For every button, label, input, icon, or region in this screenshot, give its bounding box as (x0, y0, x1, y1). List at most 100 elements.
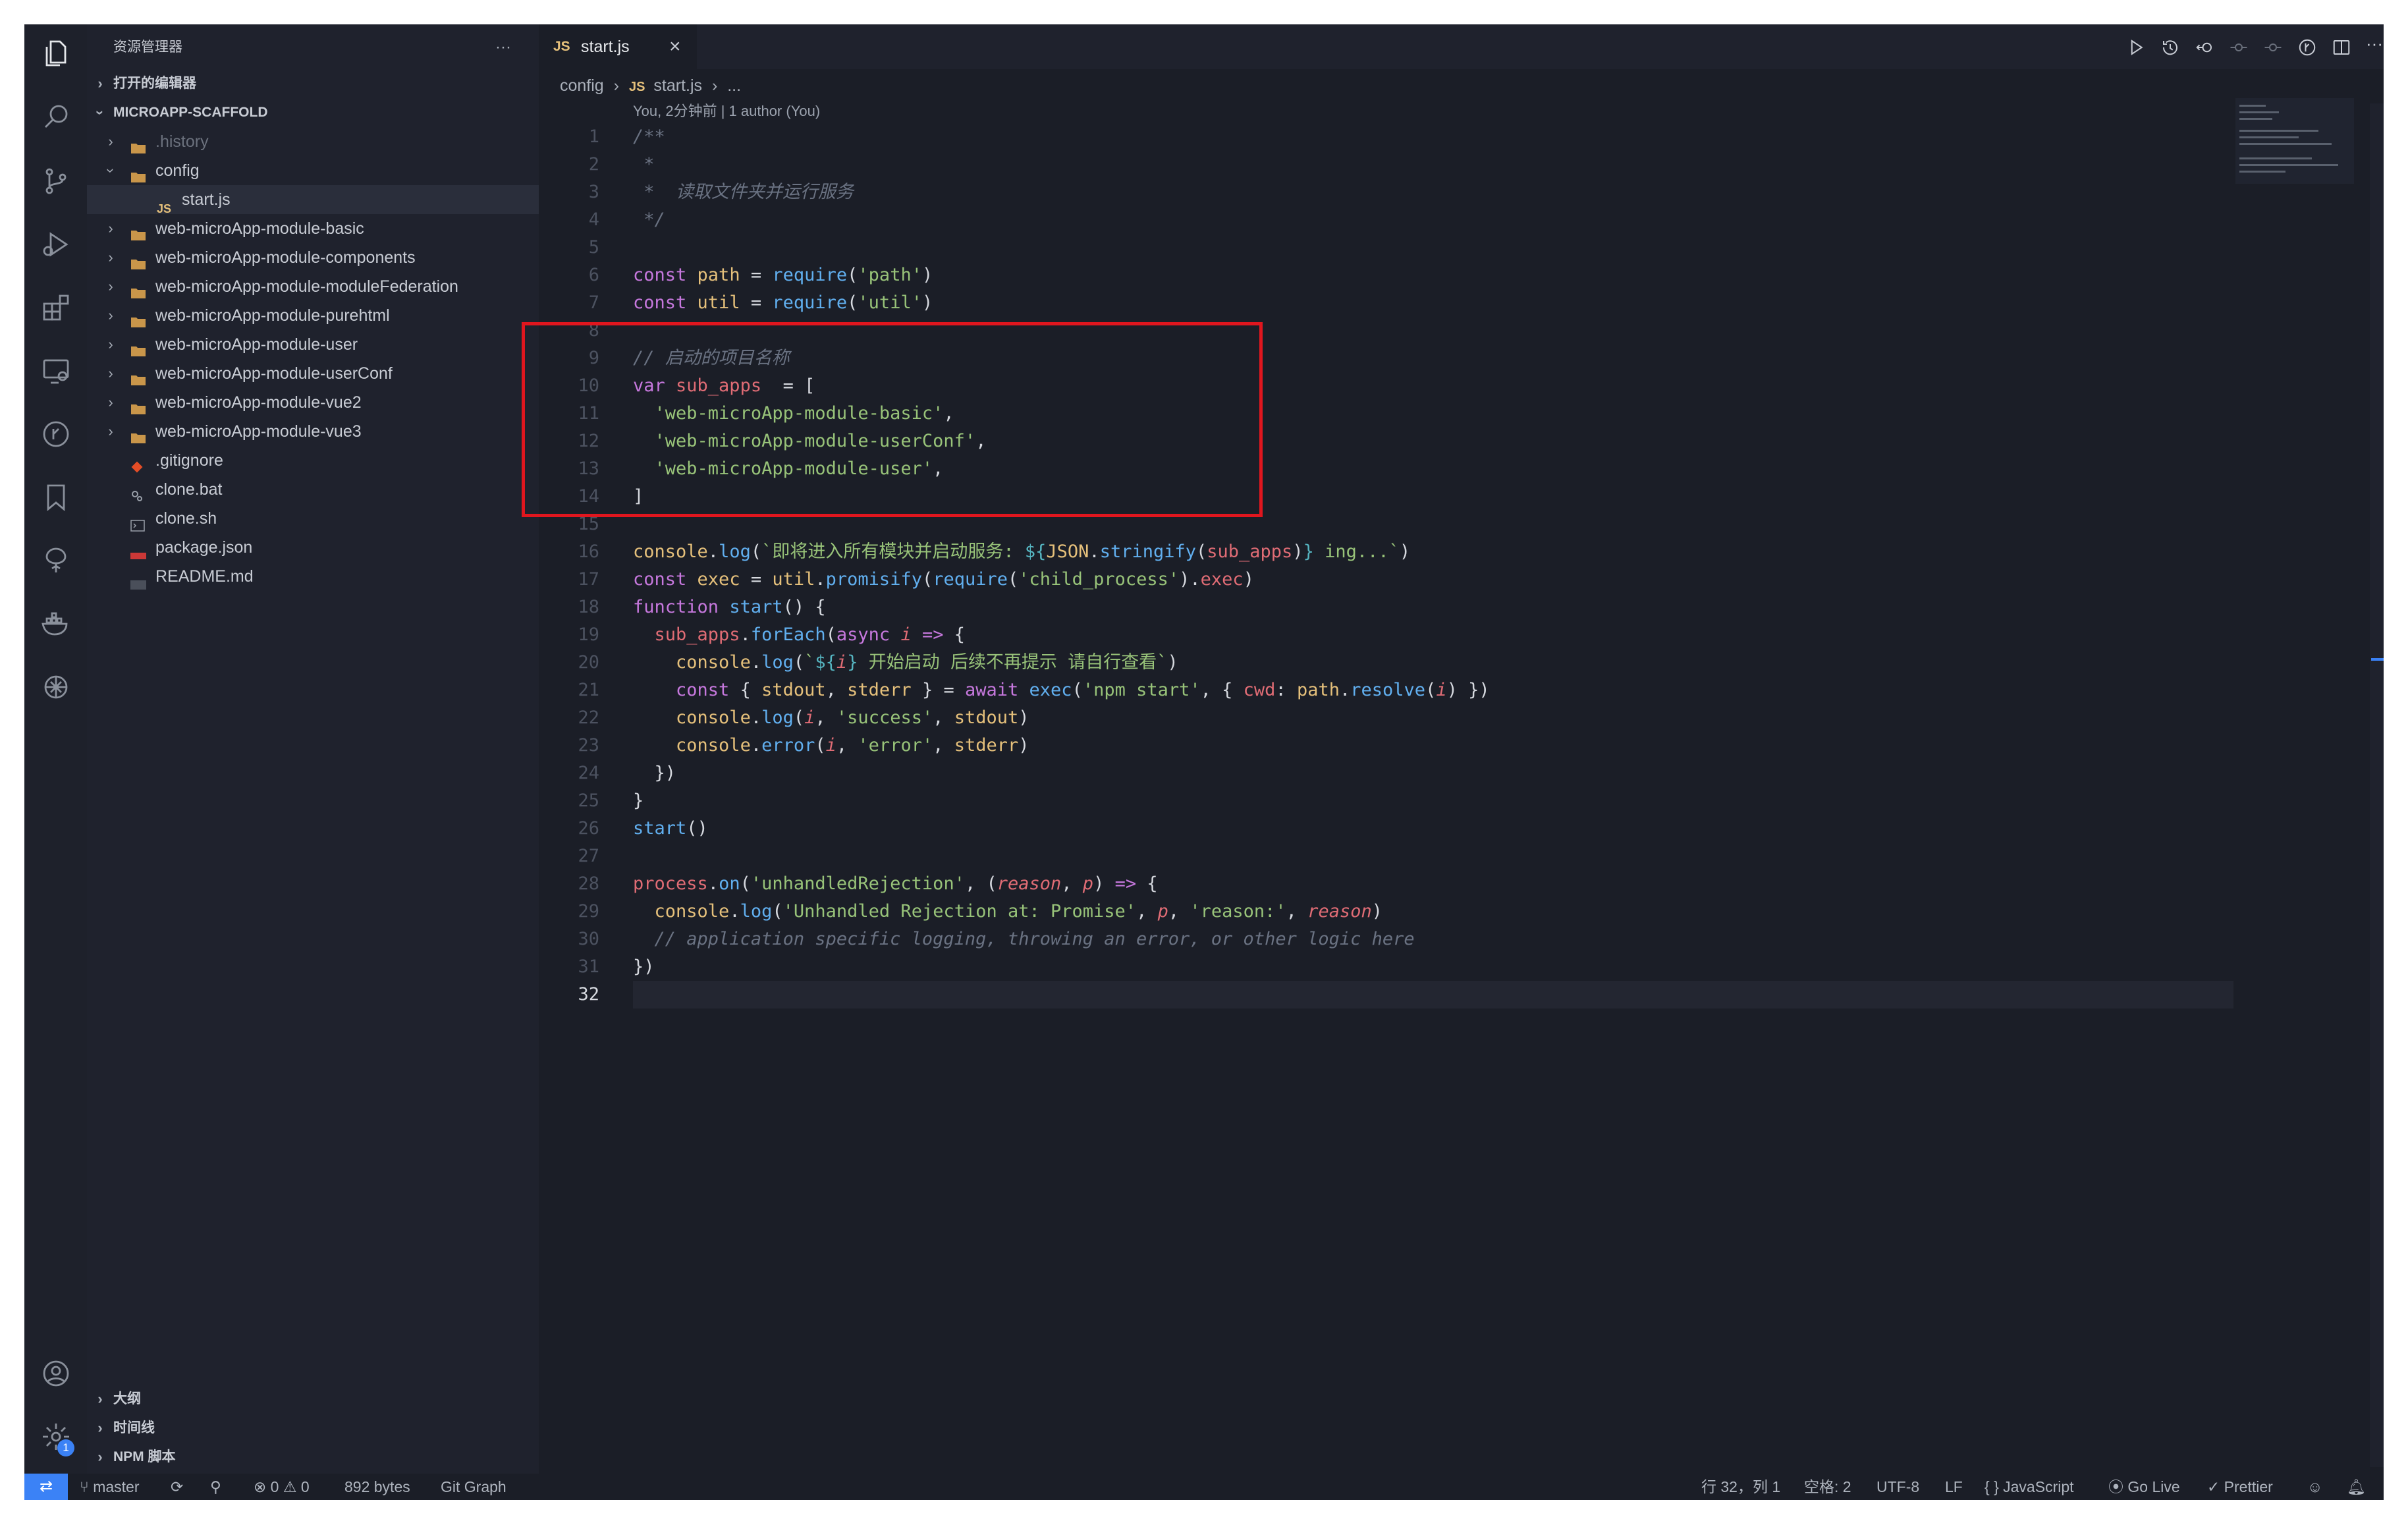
tree-item[interactable]: › web-microApp-module-user (87, 330, 539, 359)
breadcrumb-folder[interactable]: config (560, 76, 604, 95)
code-token: * 读取文件夹并运行服务 (633, 182, 854, 202)
run-file-icon[interactable] (2126, 38, 2146, 57)
tree-item[interactable]: README.md (87, 562, 539, 591)
tree-icon[interactable] (40, 545, 72, 576)
tree-item[interactable]: › config (87, 156, 539, 185)
open-editors-section[interactable]: › 打开的编辑器 (87, 69, 539, 98)
tree-item[interactable]: JS start.js (87, 185, 539, 215)
cursor-position[interactable]: 行 32，列 1 (1701, 1474, 1780, 1500)
timeline-section[interactable]: › 时间线 (87, 1414, 539, 1443)
tree-item[interactable]: › web-microApp-module-userConf (87, 359, 539, 388)
chevron-right-icon: › (108, 278, 113, 294)
project-section[interactable]: › MICROAPP-SCAFFOLD (87, 98, 539, 127)
git-blame-lens[interactable]: You, 2分钟前 | 1 author (You) (633, 98, 820, 125)
tree-item[interactable]: › web-microApp-module-components (87, 243, 539, 272)
editor-more-icon[interactable]: ··· (2366, 34, 2383, 54)
code-token: ) (1018, 707, 1029, 728)
explorer-icon[interactable] (40, 38, 72, 69)
code-token: * (633, 154, 655, 175)
code-token: : (1275, 680, 1297, 700)
branch-status[interactable]: ⑂ master (80, 1474, 140, 1500)
tree-item[interactable]: › web-microApp-module-vue3 (87, 417, 539, 446)
bookmarks-icon[interactable] (40, 482, 72, 513)
line-number: 30 (578, 929, 599, 949)
chevron-right-icon: › (108, 133, 113, 150)
settings-gear-icon[interactable]: 1 (40, 1421, 74, 1456)
folder-icon (130, 396, 146, 414)
docker-icon[interactable] (40, 608, 72, 640)
line-number: 17 (578, 569, 599, 590)
git-icon (130, 454, 146, 473)
tree-item[interactable]: › web-microApp-module-vue2 (87, 388, 539, 417)
code-token: p (1082, 873, 1094, 894)
timeline-toggle-icon[interactable] (2297, 38, 2317, 57)
code-line: } (633, 787, 643, 815)
extensions-icon[interactable] (40, 292, 72, 323)
breadcrumb-symbol[interactable]: ... (727, 76, 741, 95)
feedback-icon[interactable]: ☺ (2307, 1474, 2322, 1500)
search-icon[interactable] (40, 101, 72, 132)
go-back-icon[interactable] (2195, 38, 2214, 57)
account-icon[interactable] (40, 1358, 72, 1389)
explorer-more-button[interactable]: ··· (495, 31, 511, 64)
outline-section[interactable]: › 大纲 (87, 1385, 539, 1414)
tree-item[interactable]: › web-microApp-module-basic (87, 214, 539, 243)
line-number: 20 (578, 652, 599, 673)
prev-change-icon[interactable] (2229, 38, 2249, 57)
go-live-button[interactable]: ⦿ Go Live (2108, 1474, 2180, 1500)
history-icon[interactable] (2160, 38, 2180, 57)
source-control-icon[interactable] (40, 165, 72, 197)
chevron-right-icon: › (108, 249, 113, 265)
tree-item[interactable]: › web-microApp-module-moduleFederation (87, 272, 539, 301)
notifications-bell-icon[interactable]: 🔔︎ (2347, 1474, 2366, 1500)
code-token: function (633, 597, 730, 617)
indentation[interactable]: 空格: 2 (1804, 1474, 1851, 1500)
code-line: */ (633, 206, 665, 234)
code-token: stderr (847, 680, 912, 700)
code-line: // application specific logging, throwin… (633, 926, 1415, 953)
tree-item[interactable]: clone.bat (87, 475, 539, 504)
tab-start-js[interactable]: JS start.js × (539, 24, 697, 69)
encoding[interactable]: UTF-8 (1876, 1474, 1919, 1500)
tab-close-button[interactable]: × (669, 24, 681, 69)
line-number: 2 (588, 154, 599, 175)
breadcrumb-file[interactable]: start.js (653, 76, 702, 95)
problems-status[interactable]: ⊗ 0 ⚠ 0 (254, 1474, 310, 1500)
code-line: const exec = util.promisify(require('chi… (633, 566, 1254, 594)
code-token: { (1136, 873, 1158, 894)
git-graph-button[interactable]: Git Graph (441, 1474, 506, 1500)
tree-item[interactable]: › web-microApp-module-purehtml (87, 301, 539, 330)
highlight-box (522, 322, 1263, 517)
line-number: 7 (588, 292, 599, 313)
end-of-line[interactable]: LF (1945, 1474, 1963, 1500)
remote-indicator[interactable]: ⇄ (24, 1474, 68, 1500)
tree-item[interactable]: package.json (87, 533, 539, 562)
git-graph-icon[interactable]: ⚲ (210, 1474, 221, 1500)
code-token: ) (1243, 569, 1254, 590)
chatgpt-icon[interactable] (40, 671, 72, 703)
timeline-icon[interactable] (40, 418, 72, 450)
tree-item-label: web-microApp-module-user (155, 335, 358, 354)
split-editor-icon[interactable] (2332, 38, 2351, 57)
tree-item[interactable]: › .history (87, 127, 539, 156)
settings-badge: 1 (57, 1439, 74, 1456)
tree-item[interactable]: clone.sh (87, 504, 539, 533)
run-debug-icon[interactable] (40, 229, 72, 260)
chevron-right-icon: › (108, 307, 113, 323)
minimap[interactable] (2235, 98, 2367, 184)
sync-icon[interactable]: ⟳ (171, 1474, 183, 1500)
tree-item[interactable]: .gitignore (87, 446, 539, 475)
npm-scripts-section[interactable]: › NPM 脚本 (87, 1443, 539, 1472)
code-token: } (1303, 541, 1314, 562)
language-mode[interactable]: { } JavaScript (1984, 1474, 2074, 1500)
code-token: , (815, 707, 836, 728)
code-token: 'Unhandled Rejection at: Promise' (782, 901, 1137, 922)
next-change-icon[interactable] (2263, 38, 2283, 57)
tree-item-label: README.md (155, 567, 254, 586)
line-number: 4 (588, 209, 599, 230)
prettier-button[interactable]: ✓ Prettier (2207, 1474, 2273, 1500)
project-label: MICROAPP-SCAFFOLD (113, 105, 268, 120)
chevron-right-icon: › (108, 336, 113, 352)
remote-explorer-icon[interactable] (40, 355, 72, 387)
scrollbar[interactable] (2370, 103, 2384, 1467)
